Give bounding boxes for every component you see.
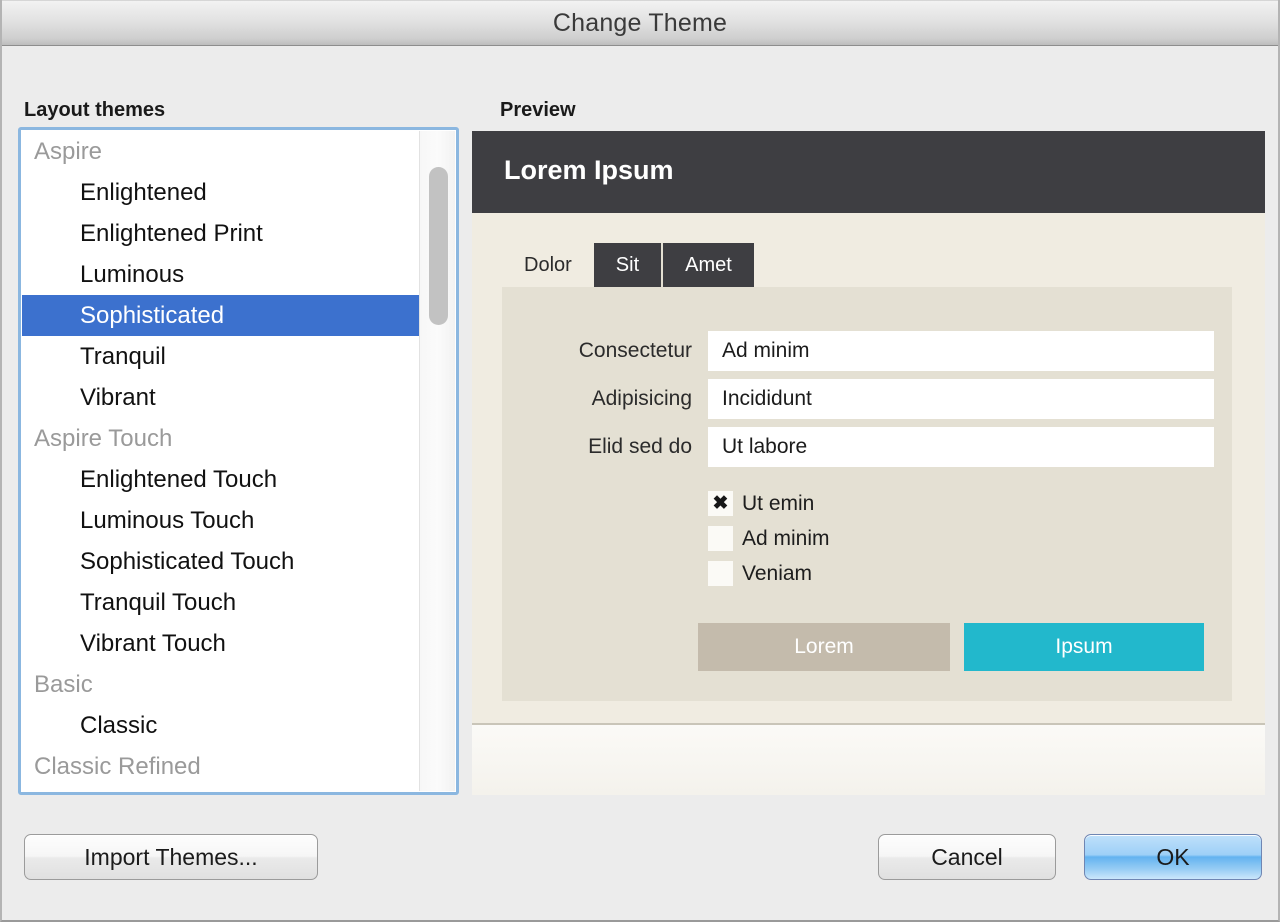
scrollbar-thumb[interactable] (429, 167, 448, 325)
theme-list-item[interactable]: Tranquil Touch (22, 582, 419, 623)
theme-group-header: Classic Refined (34, 753, 201, 780)
check-mark-icon: ✖ (712, 493, 729, 514)
layout-themes-heading: Layout themes (24, 99, 166, 121)
theme-list-item[interactable]: Sophisticated Touch (22, 541, 419, 582)
preview-footer-area (472, 725, 1265, 795)
theme-list-item[interactable]: Tranquil (22, 336, 419, 377)
theme-list-item[interactable]: Enlightened Print (22, 213, 419, 254)
theme-group-header: Aspire Touch (34, 425, 173, 452)
theme-group-header: Aspire (34, 138, 103, 165)
checkbox-unchecked-icon[interactable] (708, 561, 733, 586)
theme-list-scroll-area[interactable]: Aspire Enlightened Enlightened Print Lumino… (22, 131, 419, 791)
theme-list[interactable]: Aspire Enlightened Enlightened Print Lumino… (18, 127, 459, 795)
preview-tab-bar: Dolor Sit Amet (502, 243, 754, 287)
form-row: Consectetur Ad minim (512, 331, 1214, 371)
title-bar: Change Theme (2, 0, 1278, 46)
preview-header-title: Lorem Ipsum (504, 155, 674, 185)
theme-list-item[interactable]: Enlightened Touch (22, 459, 419, 500)
form-field-label: Elid sed do (588, 435, 692, 458)
checkbox-unchecked-icon[interactable] (708, 526, 733, 551)
theme-list-scrollbar[interactable] (419, 131, 455, 791)
preview-header-bar: Lorem Ipsum (472, 131, 1265, 213)
preview-heading: Preview (500, 99, 576, 121)
checkbox-label: Ut emin (742, 492, 815, 515)
form-row: Elid sed do Ut labore (512, 427, 1214, 467)
theme-list-item[interactable]: Classic (22, 705, 419, 746)
preview-secondary-button[interactable]: Lorem (698, 623, 950, 671)
theme-list-item[interactable]: Luminous (22, 254, 419, 295)
preview-panel: Lorem Ipsum Dolor Sit Amet Consectetur Ad m… (472, 131, 1265, 795)
preview-form-panel: Consectetur Ad minim Adipisicing Incididunt… (502, 287, 1232, 701)
form-field-label: Adipisicing (591, 387, 692, 410)
theme-list-item[interactable]: Luminous Touch (22, 500, 419, 541)
ok-button[interactable]: OK (1084, 834, 1262, 880)
form-text-input[interactable]: Incididunt (708, 379, 1214, 419)
checkbox-label: Ad minim (742, 527, 830, 550)
theme-list-inner: Aspire Enlightened Enlightened Print Lumino… (22, 131, 455, 791)
cancel-button[interactable]: Cancel (878, 834, 1056, 880)
theme-list-item[interactable]: Vibrant (22, 377, 419, 418)
form-text-input[interactable]: Ad minim (708, 331, 1214, 371)
change-theme-dialog: Change Theme Layout themes Aspire Enlight… (0, 0, 1280, 922)
preview-tab-dolor[interactable]: Dolor (502, 243, 594, 287)
import-themes-button[interactable]: Import Themes... (24, 834, 318, 880)
form-row: Adipisicing Incididunt (512, 379, 1214, 419)
theme-list-item[interactable]: Sophisticated (22, 295, 419, 336)
theme-list-item[interactable]: Enlightened (22, 172, 419, 213)
preview-primary-button[interactable]: Ipsum (964, 623, 1204, 671)
preview-tab-sit[interactable]: Sit (593, 243, 664, 287)
theme-list-item[interactable]: Vibrant Touch (22, 623, 419, 664)
theme-group-header: Basic (34, 671, 93, 698)
checkbox-label: Veniam (742, 562, 813, 585)
window-title: Change Theme (552, 9, 728, 37)
form-field-label: Consectetur (578, 339, 692, 362)
form-dropdown[interactable]: Ut labore (708, 427, 1214, 467)
checkbox-checked-icon[interactable]: ✖ (708, 491, 733, 516)
preview-tab-amet[interactable]: Amet (663, 243, 754, 287)
